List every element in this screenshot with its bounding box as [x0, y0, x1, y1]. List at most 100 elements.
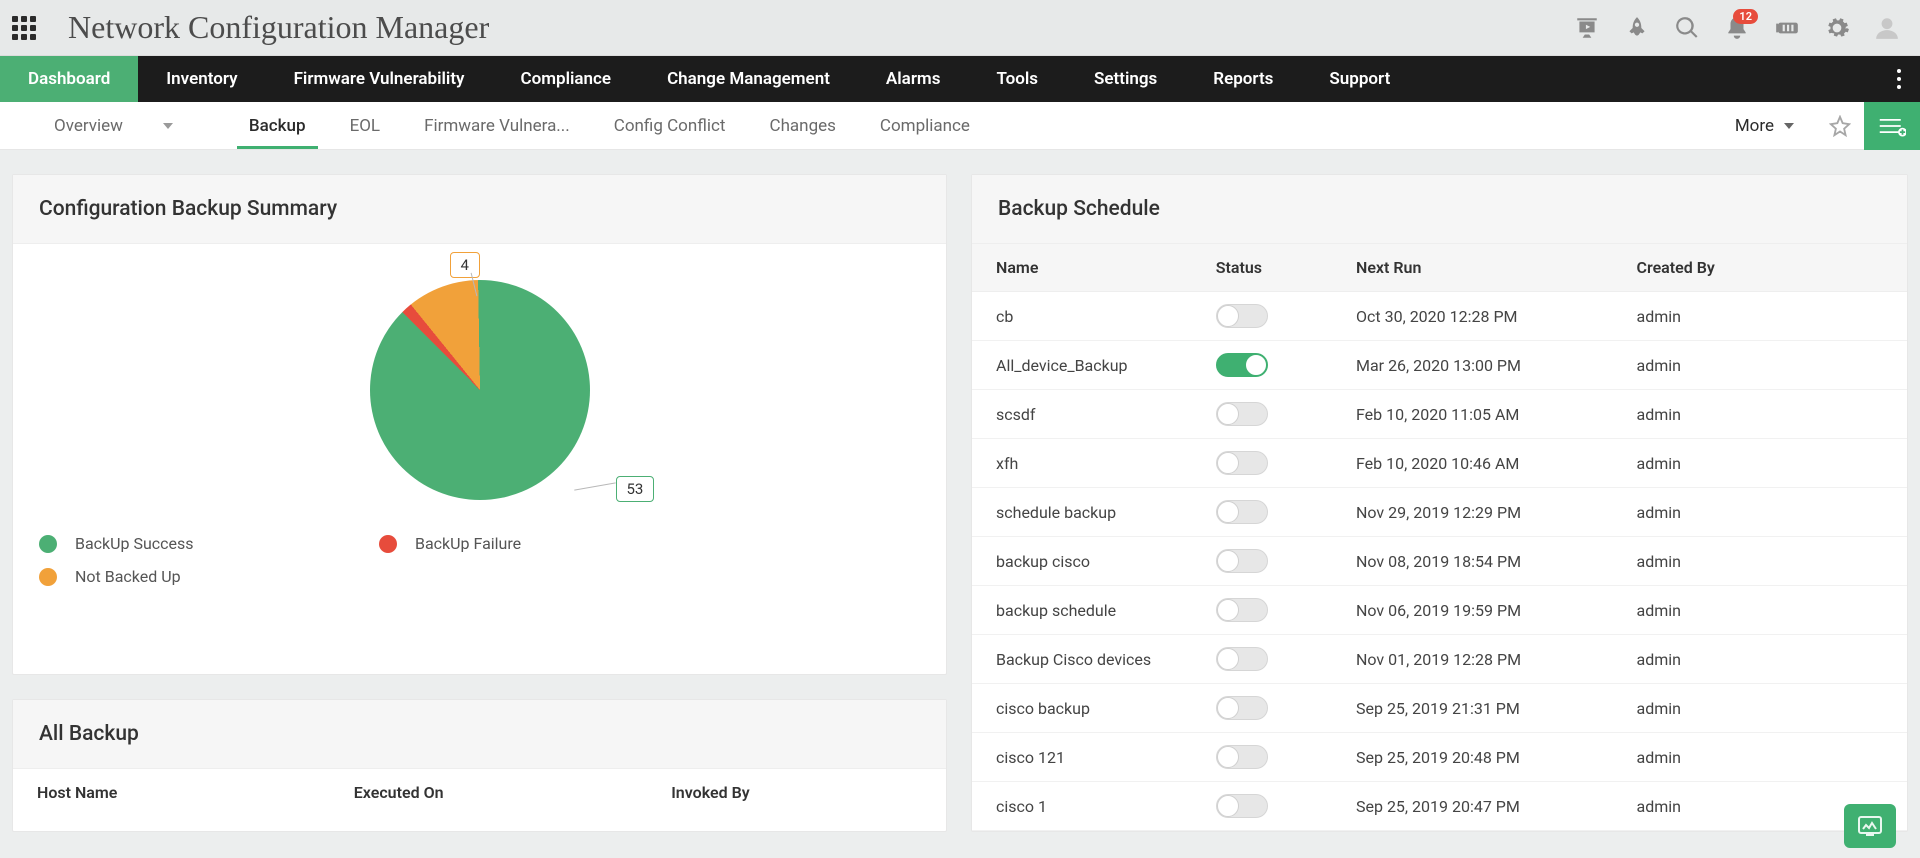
nav-item-compliance[interactable]: Compliance	[493, 56, 640, 102]
report-float-button[interactable]	[1844, 804, 1896, 848]
subnav-compliance[interactable]: Compliance	[858, 102, 992, 149]
nav-item-support[interactable]: Support	[1301, 56, 1418, 102]
toggle-knob	[1217, 599, 1239, 621]
toggle-knob	[1217, 305, 1239, 327]
backup-summary-panel: Configuration Backup Summary 53 4 BackUp…	[12, 174, 947, 675]
nav-item-alarms[interactable]: Alarms	[858, 56, 969, 102]
table-row[interactable]: scsdfFeb 10, 2020 11:05 AMadmin	[972, 390, 1907, 439]
cell-nextrun: Oct 30, 2020 12:28 PM	[1346, 292, 1627, 341]
table-row[interactable]: Backup Cisco devicesNov 01, 2019 12:28 P…	[972, 635, 1907, 684]
table-row[interactable]: xfhFeb 10, 2020 10:46 AMadmin	[972, 439, 1907, 488]
apps-grid-icon[interactable]	[12, 16, 36, 40]
cell-name: cisco 1	[972, 782, 1206, 831]
subnav-backup[interactable]: Backup	[227, 102, 328, 149]
column-header[interactable]: Status	[1206, 244, 1346, 292]
favorite-button[interactable]	[1816, 102, 1864, 150]
presentation-icon[interactable]	[1574, 15, 1600, 41]
nav-item-reports[interactable]: Reports	[1185, 56, 1301, 102]
table-row[interactable]: backup scheduleNov 06, 2019 19:59 PMadmi…	[972, 586, 1907, 635]
rocket-icon[interactable]	[1624, 15, 1650, 41]
subnav-item-label: Config Conflict	[614, 116, 726, 136]
pie-label-notbacked: 4	[450, 252, 480, 278]
pie-chart[interactable]	[370, 280, 590, 500]
column-header[interactable]: Executed On	[344, 769, 661, 816]
nav-kebab-icon[interactable]	[1878, 56, 1920, 102]
cell-name: xfh	[972, 439, 1206, 488]
column-header[interactable]: Host Name	[13, 769, 344, 816]
status-toggle[interactable]	[1216, 500, 1268, 524]
subnav-overview[interactable]: Overview	[0, 102, 227, 149]
bell-icon[interactable]: 12	[1724, 15, 1750, 41]
status-toggle[interactable]	[1216, 696, 1268, 720]
nav-item-change-management[interactable]: Change Management	[639, 56, 858, 102]
toggle-knob	[1217, 403, 1239, 425]
subnav-more[interactable]: More	[1713, 116, 1816, 136]
toggle-knob	[1217, 746, 1239, 768]
cell-status	[1206, 390, 1346, 439]
panel-title: Configuration Backup Summary	[13, 175, 946, 244]
status-toggle[interactable]	[1216, 451, 1268, 475]
column-header[interactable]: Next Run	[1346, 244, 1627, 292]
table-row[interactable]: cisco 1Sep 25, 2019 20:47 PMadmin	[972, 782, 1907, 831]
legend-item[interactable]: Not Backed Up	[39, 567, 339, 586]
backup-schedule-panel: Backup Schedule NameStatusNext RunCreate…	[971, 174, 1908, 832]
cell-createdby: admin	[1627, 635, 1908, 684]
table-row[interactable]: cisco backup Sep 25, 2019 21:31 PMadmin	[972, 684, 1907, 733]
legend-item[interactable]: BackUp Failure	[379, 534, 679, 553]
cell-name: backup schedule	[972, 586, 1206, 635]
column-header[interactable]: Created By	[1627, 244, 1908, 292]
subnav-item-label: Compliance	[880, 116, 970, 136]
nav-item-tools[interactable]: Tools	[968, 56, 1066, 102]
table-row[interactable]: All_device_BackupMar 26, 2020 13:00 PMad…	[972, 341, 1907, 390]
legend-label: Not Backed Up	[75, 567, 181, 586]
table-row[interactable]: backup ciscoNov 08, 2019 18:54 PMadmin	[972, 537, 1907, 586]
cell-name: cisco backup	[972, 684, 1206, 733]
dashboard-body: Configuration Backup Summary 53 4 BackUp…	[0, 150, 1920, 832]
avatar[interactable]	[1874, 15, 1900, 41]
search-icon[interactable]	[1674, 15, 1700, 41]
nav-item-settings[interactable]: Settings	[1066, 56, 1185, 102]
status-toggle[interactable]	[1216, 794, 1268, 818]
status-toggle[interactable]	[1216, 745, 1268, 769]
column-header[interactable]: Invoked By	[661, 769, 946, 816]
subnav-firmware-vulnera-[interactable]: Firmware Vulnera...	[402, 102, 592, 149]
status-toggle[interactable]	[1216, 647, 1268, 671]
nav-item-firmware-vulnerability[interactable]: Firmware Vulnerability	[266, 56, 493, 102]
sub-nav: OverviewBackupEOLFirmware Vulnera... Conf…	[0, 102, 1920, 150]
cell-nextrun: Feb 10, 2020 11:05 AM	[1346, 390, 1627, 439]
status-toggle[interactable]	[1216, 402, 1268, 426]
status-toggle[interactable]	[1216, 598, 1268, 622]
subnav-eol[interactable]: EOL	[328, 102, 403, 149]
gear-icon[interactable]	[1824, 15, 1850, 41]
legend-item[interactable]: BackUp Success	[39, 534, 339, 553]
cell-createdby: admin	[1627, 537, 1908, 586]
cell-status	[1206, 488, 1346, 537]
battery-icon[interactable]	[1774, 15, 1800, 41]
cell-name: Backup Cisco devices	[972, 635, 1206, 684]
status-toggle[interactable]	[1216, 353, 1268, 377]
cell-nextrun: Sep 25, 2019 21:31 PM	[1346, 684, 1627, 733]
nav-item-dashboard[interactable]: Dashboard	[0, 56, 138, 102]
subnav-changes[interactable]: Changes	[748, 102, 858, 149]
toggle-knob	[1217, 795, 1239, 817]
panel-title: Backup Schedule	[972, 175, 1907, 244]
all-backup-panel: All Backup Host NameExecuted OnInvoked B…	[12, 699, 947, 832]
app-title: Network Configuration Manager	[68, 9, 489, 46]
subnav-config-conflict[interactable]: Config Conflict	[592, 102, 748, 149]
table-row[interactable]: cbOct 30, 2020 12:28 PMadmin	[972, 292, 1907, 341]
pie-graphic	[324, 234, 635, 545]
cell-status	[1206, 537, 1346, 586]
column-header[interactable]: Name	[972, 244, 1206, 292]
add-widget-button[interactable]	[1864, 102, 1920, 150]
subnav-item-label: Changes	[770, 116, 836, 136]
status-toggle[interactable]	[1216, 304, 1268, 328]
cell-createdby: admin	[1627, 684, 1908, 733]
legend-label: BackUp Failure	[415, 534, 521, 553]
pie-label-success: 53	[616, 476, 655, 502]
table-row[interactable]: cisco 121Sep 25, 2019 20:48 PMadmin	[972, 733, 1907, 782]
status-toggle[interactable]	[1216, 549, 1268, 573]
nav-item-inventory[interactable]: Inventory	[138, 56, 265, 102]
table-row[interactable]: schedule backupNov 29, 2019 12:29 PMadmi…	[972, 488, 1907, 537]
cell-nextrun: Sep 25, 2019 20:48 PM	[1346, 733, 1627, 782]
cell-status	[1206, 684, 1346, 733]
